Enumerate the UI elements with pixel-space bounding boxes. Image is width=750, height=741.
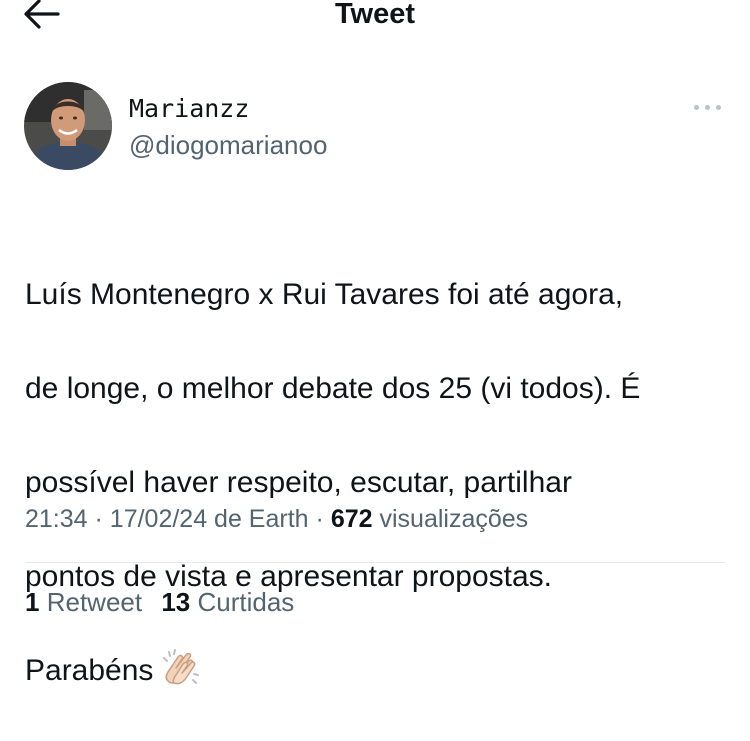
more-horizontal-icon	[694, 105, 699, 110]
avatar[interactable]	[24, 82, 112, 170]
tweet-text-last-line: Parabéns	[25, 647, 725, 694]
retweets-count: 1	[25, 587, 40, 617]
tweet-text-line: de longe, o melhor debate dos 25 (vi tod…	[25, 372, 641, 405]
likes-label: Curtidas	[197, 587, 295, 617]
tweet-meta: 21:34 · 17/02/24 de Earth · 672 visualiz…	[25, 503, 528, 535]
divider	[25, 562, 725, 563]
more-horizontal-icon	[716, 105, 721, 110]
retweets-label: Retweet	[46, 587, 143, 617]
tweet-text-line: Parabéns	[25, 654, 154, 687]
tweet-date-source[interactable]: 17/02/24 de Earth	[110, 505, 309, 533]
retweets-link[interactable]: 1 Retweet	[25, 585, 142, 619]
more-options-button[interactable]	[692, 100, 724, 116]
top-bar: Tweet	[0, 0, 750, 40]
likes-link[interactable]: 13 Curtidas	[161, 585, 294, 619]
clapping-hands-icon	[163, 649, 200, 685]
more-horizontal-icon	[705, 105, 710, 110]
tweet-time[interactable]: 21:34	[25, 505, 88, 533]
engagement-stats: 1 Retweet 13 Curtidas	[25, 585, 294, 619]
likes-count: 13	[161, 587, 191, 617]
tweet-text-line: possível haver respeito, escutar, partil…	[25, 466, 572, 499]
tweet-text-line: Luís Montenegro x Rui Tavares foi até ag…	[25, 278, 624, 311]
page-title: Tweet	[334, 0, 416, 30]
author-handle[interactable]: @diogomarianoo	[129, 130, 327, 160]
views-label: visualizações	[379, 505, 529, 533]
tweet-text: Luís Montenegro x Rui Tavares foi até ag…	[25, 224, 725, 741]
views-count: 672	[330, 505, 373, 533]
author-display-name[interactable]: Marianzz	[129, 94, 249, 124]
meta-separator: ·	[94, 505, 103, 533]
meta-separator: ·	[315, 505, 324, 533]
